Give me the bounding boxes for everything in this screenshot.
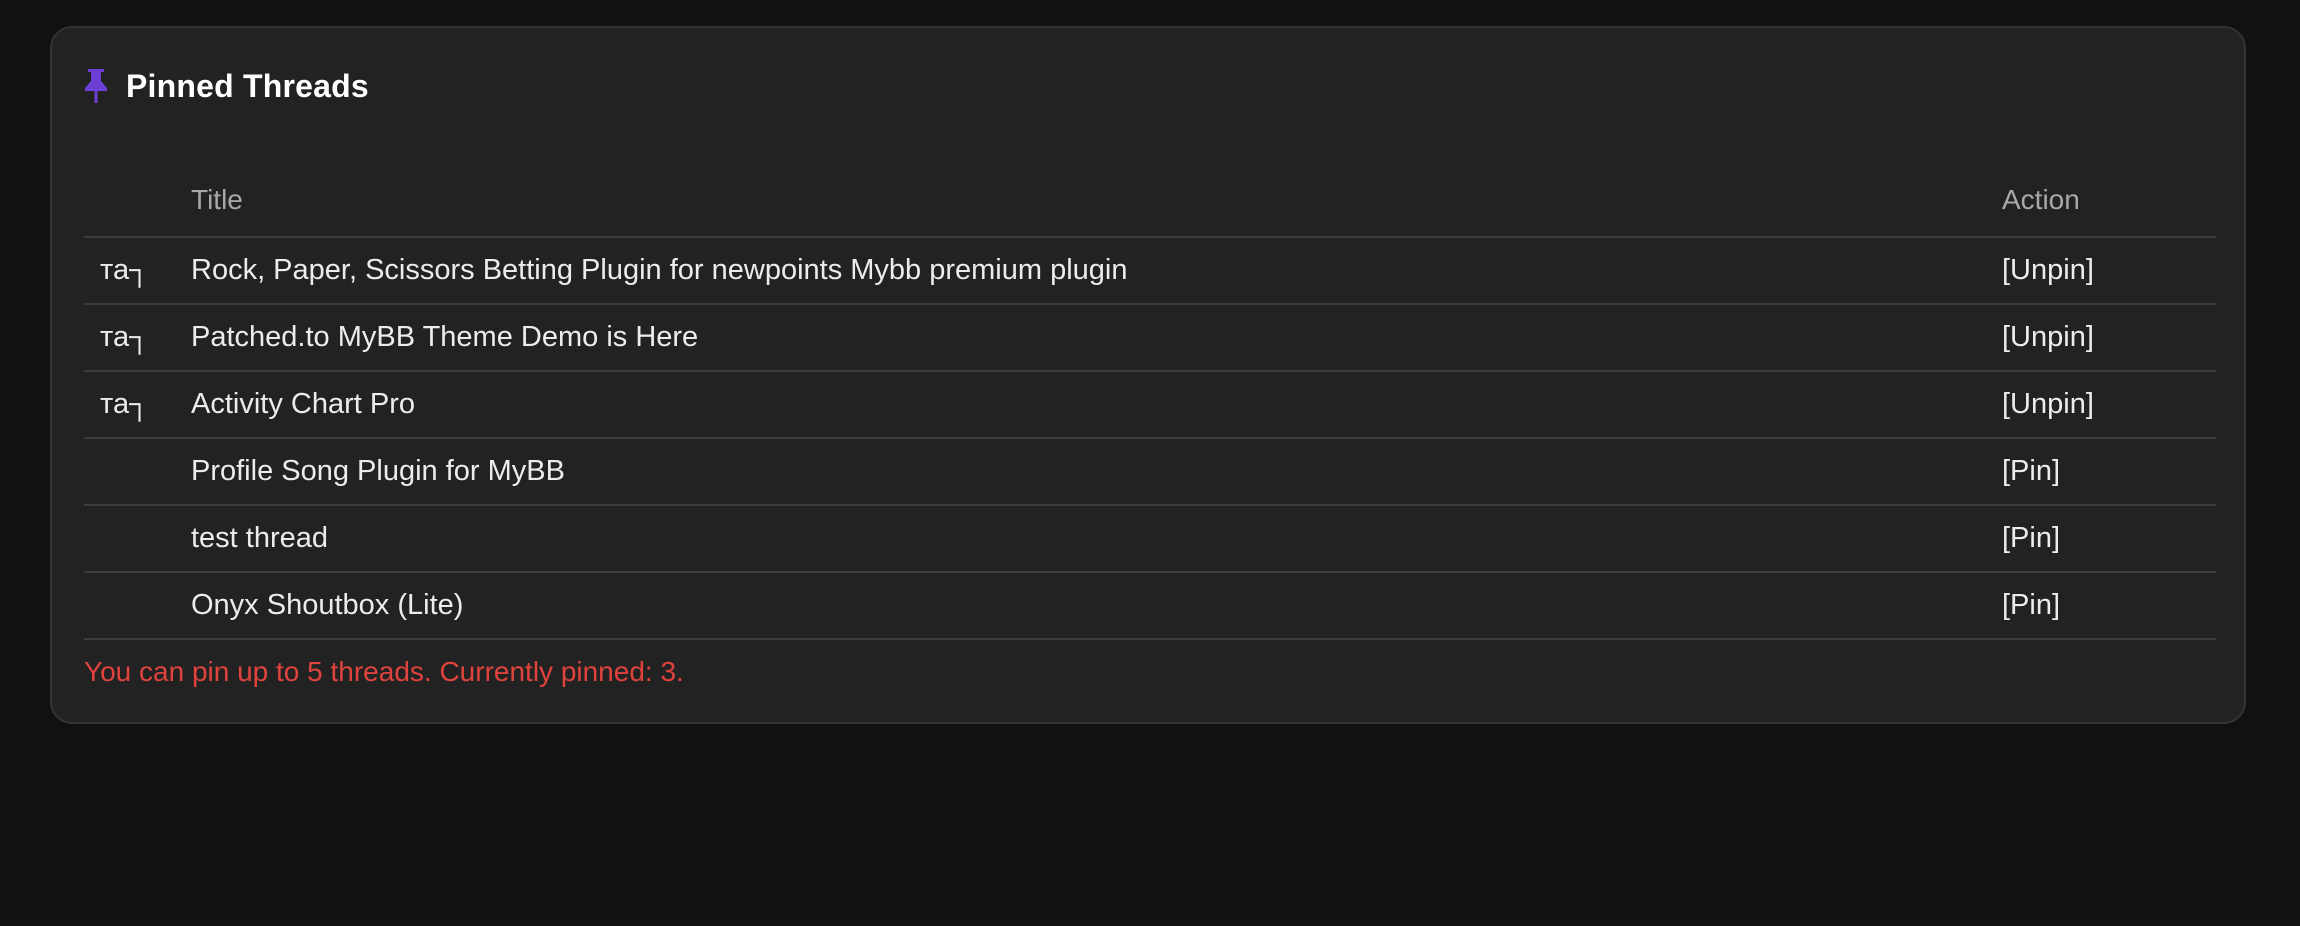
panel-title: Pinned Threads [126, 67, 369, 104]
table-row: test thread [Pin] [84, 506, 2216, 573]
table-row: та┐ Rock, Paper, Scissors Betting Plugin… [84, 238, 2216, 305]
unpin-link[interactable]: [Unpin] [2002, 238, 2094, 303]
panel-header: Pinned Threads [82, 64, 369, 108]
pinned-badge: та┐ [100, 388, 150, 420]
pinned-badge: та┐ [100, 254, 150, 286]
pushpin-icon [82, 67, 110, 105]
thread-title: Activity Chart Pro [191, 388, 415, 420]
thread-title: Onyx Shoutbox (Lite) [191, 589, 464, 621]
table-header: Title Action [84, 170, 2216, 238]
unpin-link[interactable]: [Unpin] [2002, 372, 2094, 437]
pin-link[interactable]: [Pin] [2002, 439, 2060, 504]
pinned-badge: та┐ [100, 321, 150, 353]
table-row: Profile Song Plugin for MyBB [Pin] [84, 439, 2216, 506]
thread-title: Patched.to MyBB Theme Demo is Here [191, 321, 699, 353]
pin-link[interactable]: [Pin] [2002, 506, 2060, 571]
column-header-title: Title [191, 184, 243, 215]
thread-title: Profile Song Plugin for MyBB [191, 455, 565, 487]
pin-limit-notice: You can pin up to 5 threads. Currently p… [84, 656, 684, 687]
thread-title: test thread [191, 522, 329, 554]
pin-link[interactable]: [Pin] [2002, 573, 2060, 638]
unpin-link[interactable]: [Unpin] [2002, 305, 2094, 370]
table-row: та┐ Patched.to MyBB Theme Demo is Here [… [84, 305, 2216, 372]
column-header-action: Action [2002, 184, 2080, 215]
thread-title: Rock, Paper, Scissors Betting Plugin for… [191, 254, 1128, 286]
table-row: Onyx Shoutbox (Lite) [Pin] [84, 573, 2216, 640]
pinned-threads-table: Title Action та┐ Rock, Paper, Scissors B… [84, 170, 2216, 640]
table-row: та┐ Activity Chart Pro [Unpin] [84, 372, 2216, 439]
pinned-threads-panel: Pinned Threads Title Action та┐ Rock, Pa… [50, 26, 2246, 724]
